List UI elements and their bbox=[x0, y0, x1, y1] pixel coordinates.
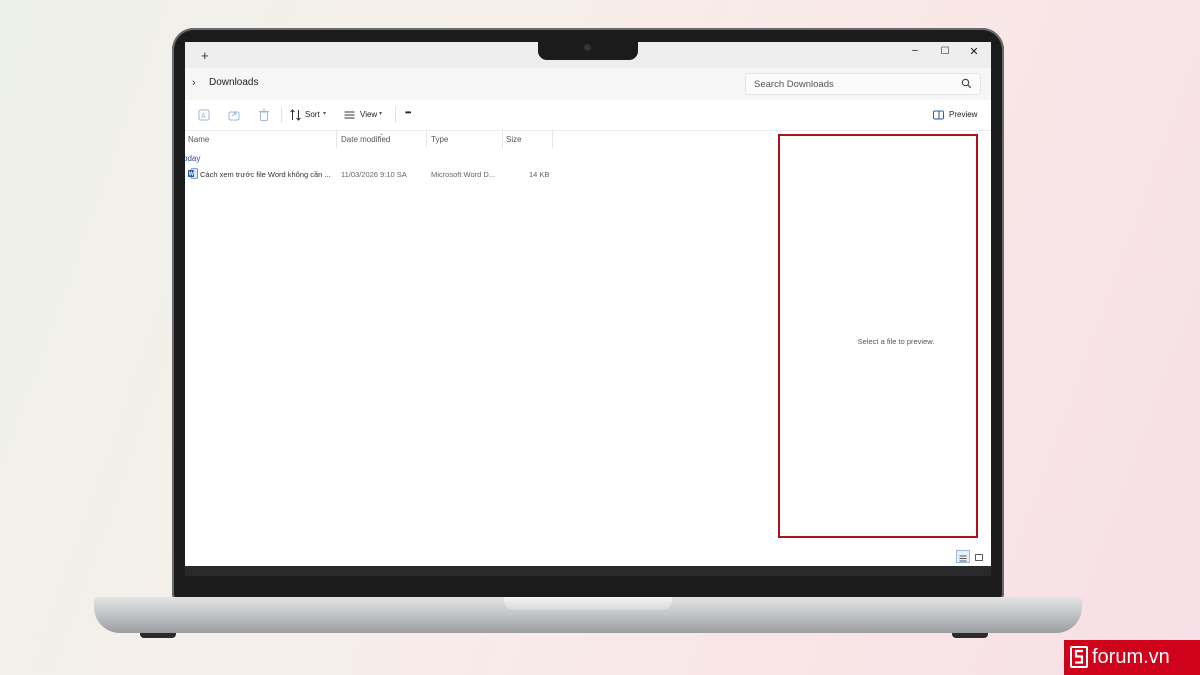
camera-notch bbox=[538, 40, 638, 60]
column-divider[interactable] bbox=[336, 130, 337, 148]
preview-pane-icon[interactable] bbox=[932, 108, 945, 122]
breadcrumb-location[interactable]: Downloads bbox=[209, 77, 258, 88]
details-view-toggle[interactable] bbox=[956, 550, 970, 563]
trackpad-notch bbox=[504, 597, 672, 610]
search-placeholder: Search Downloads bbox=[754, 79, 834, 90]
column-divider[interactable] bbox=[502, 130, 503, 148]
column-header: ⌄ Name Date modified Type Size bbox=[185, 130, 775, 150]
file-explorer-window: + − ☐ ✕ › Downloads Search Downloads A S… bbox=[185, 42, 991, 566]
file-row[interactable]: W Cách xem trước file Word không cần ...… bbox=[185, 166, 553, 182]
command-separator bbox=[281, 107, 282, 123]
view-button[interactable]: View bbox=[360, 110, 377, 119]
tiles-view-toggle[interactable] bbox=[973, 550, 987, 563]
search-icon bbox=[961, 78, 972, 89]
maximize-button[interactable]: ☐ bbox=[935, 45, 955, 59]
view-chevron-down-icon: ▾ bbox=[379, 111, 383, 117]
svg-text:A: A bbox=[201, 113, 206, 120]
watermark-text: forum.vn bbox=[1092, 646, 1170, 668]
details-view-icon bbox=[959, 555, 967, 562]
column-divider[interactable] bbox=[426, 130, 427, 148]
search-input[interactable]: Search Downloads bbox=[745, 73, 981, 95]
watermark-logo: forum.vn bbox=[1064, 640, 1200, 675]
file-name: Cách xem trước file Word không cần ... bbox=[200, 170, 331, 179]
delete-icon[interactable] bbox=[257, 108, 271, 122]
preview-message: Select a file to preview. bbox=[857, 337, 935, 346]
file-type: Microsoft Word D... bbox=[431, 170, 496, 179]
brand-s-icon bbox=[1070, 646, 1088, 668]
command-separator bbox=[395, 107, 396, 123]
file-date-modified: 11/03/2026 9:10 SA bbox=[341, 170, 407, 179]
preview-button[interactable]: Preview bbox=[949, 110, 977, 119]
column-name[interactable]: Name bbox=[188, 135, 209, 144]
column-divider[interactable] bbox=[552, 130, 553, 148]
breadcrumb-chevron-icon[interactable]: › bbox=[192, 77, 196, 89]
preview-pane: Select a file to preview. bbox=[778, 134, 978, 538]
column-type[interactable]: Type bbox=[431, 135, 448, 144]
camera-icon bbox=[584, 44, 591, 51]
sort-chevron-down-icon: ▾ bbox=[323, 111, 327, 117]
command-bar: A Sort ▾ View ▾ ••• Preview bbox=[185, 100, 991, 131]
laptop-foot bbox=[140, 633, 176, 638]
sort-icon[interactable] bbox=[289, 108, 302, 122]
share-icon[interactable] bbox=[227, 108, 241, 122]
svg-text:W: W bbox=[189, 172, 195, 178]
more-options-button[interactable]: ••• bbox=[405, 108, 411, 117]
rename-icon[interactable]: A bbox=[197, 108, 211, 122]
column-date-modified[interactable]: Date modified bbox=[341, 135, 390, 144]
group-header-today[interactable]: oday bbox=[185, 154, 200, 163]
minimize-button[interactable]: − bbox=[905, 44, 925, 58]
column-size[interactable]: Size bbox=[506, 135, 522, 144]
laptop-base bbox=[94, 597, 1082, 633]
tiles-view-icon bbox=[975, 554, 983, 561]
close-button[interactable]: ✕ bbox=[964, 45, 984, 59]
laptop-foot bbox=[952, 633, 988, 638]
word-doc-icon: W bbox=[188, 168, 198, 179]
view-icon[interactable] bbox=[343, 108, 356, 122]
sort-button[interactable]: Sort bbox=[305, 110, 320, 119]
screen-bezel bbox=[185, 566, 991, 576]
file-size: 14 KB bbox=[529, 170, 550, 179]
new-tab-button[interactable]: + bbox=[201, 49, 209, 62]
address-row: › Downloads Search Downloads bbox=[185, 68, 991, 100]
